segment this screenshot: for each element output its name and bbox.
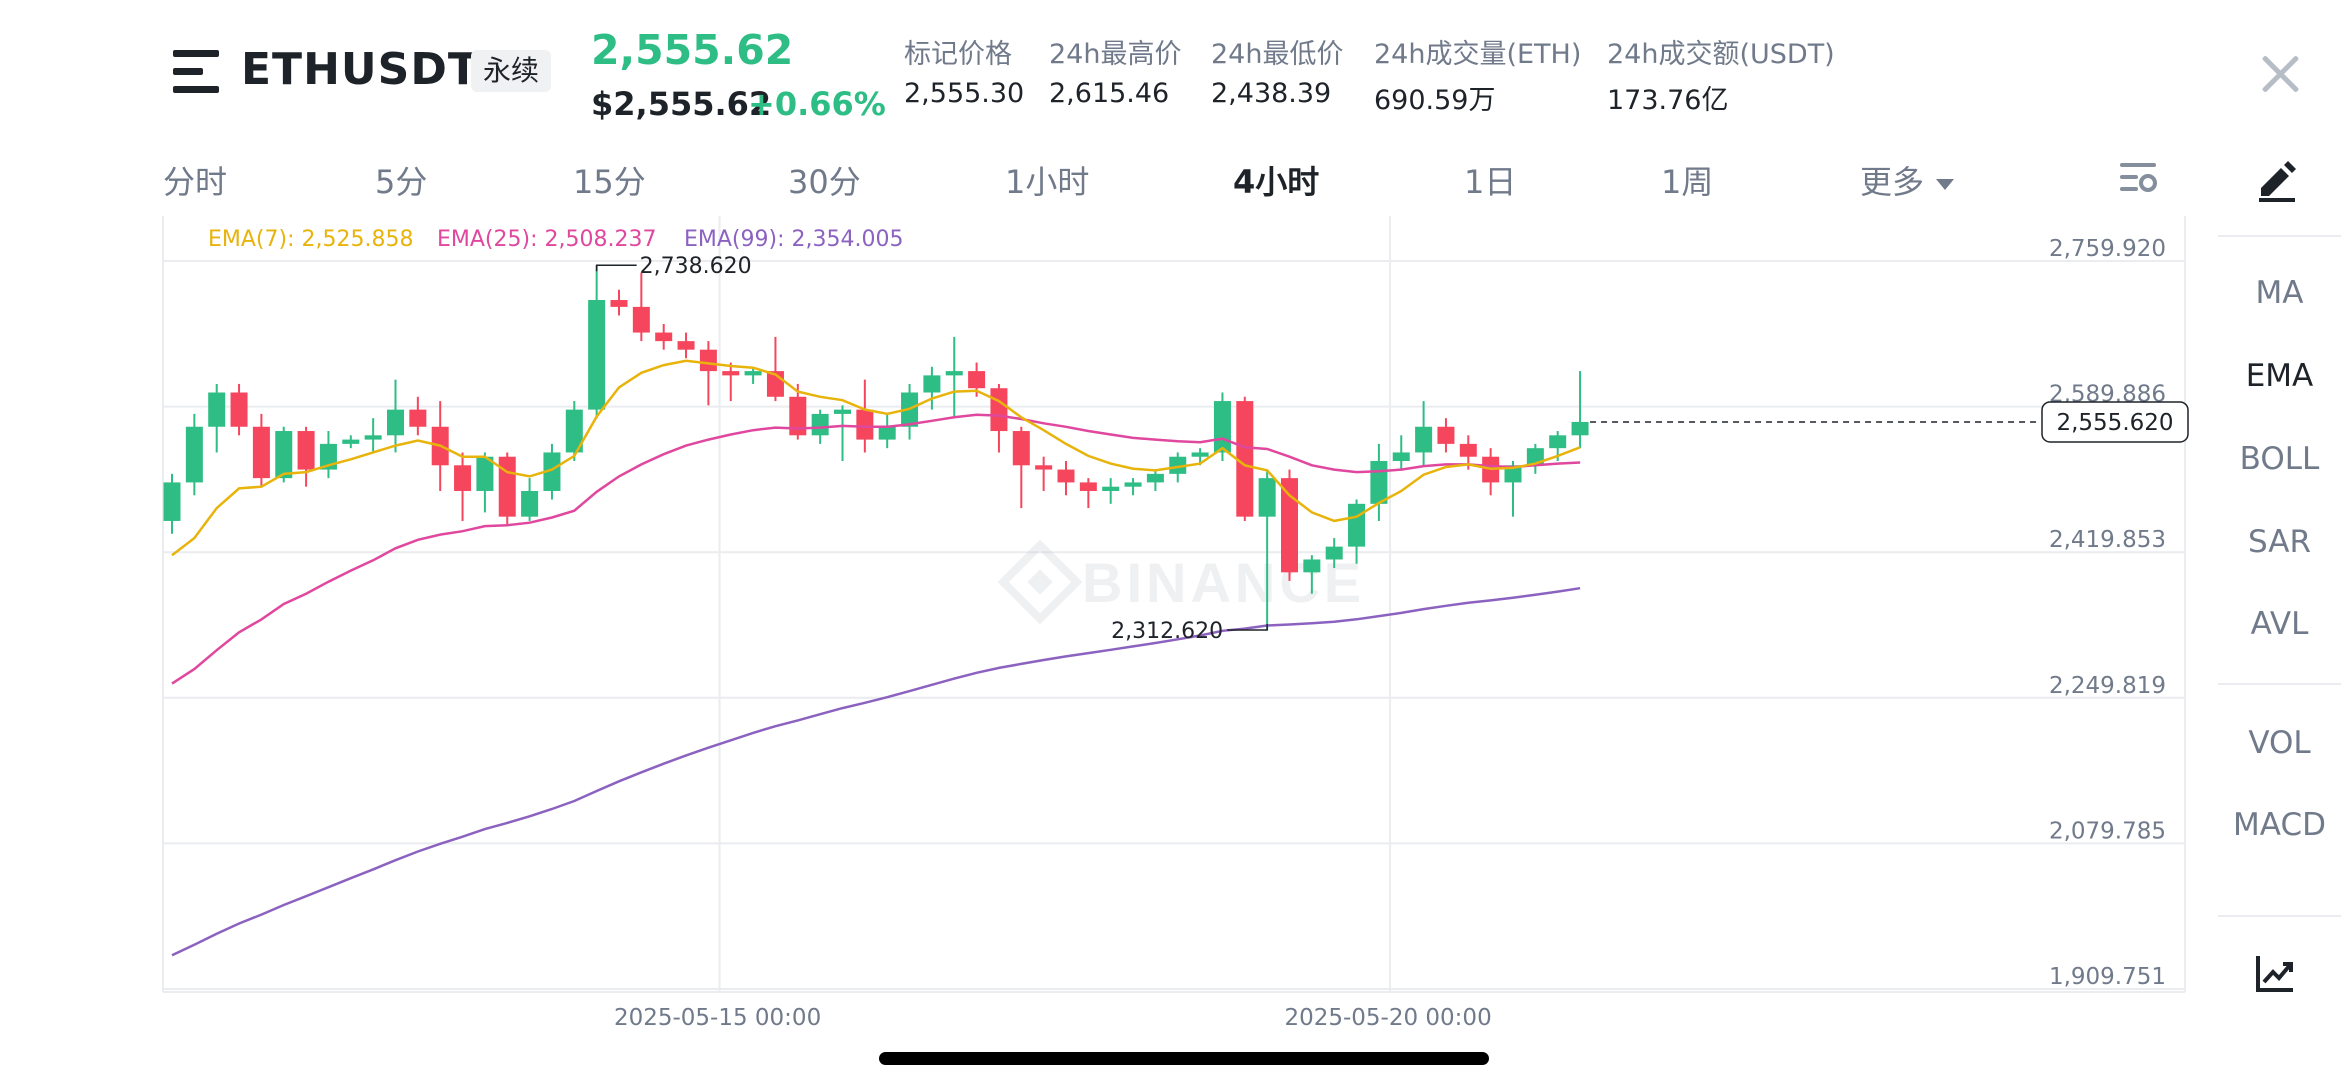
- candle-body: [990, 388, 1008, 432]
- y-tick-label: 2,079.785: [2049, 818, 2166, 844]
- y-tick-label: 1,909.751: [2049, 964, 2166, 990]
- candle-body: [923, 375, 941, 393]
- indicator-avl[interactable]: AVL: [2218, 606, 2341, 642]
- candle-body: [454, 465, 472, 491]
- high-marker-label: 2,738.620: [640, 254, 752, 279]
- panel-divider: [2218, 915, 2341, 917]
- indicator-boll[interactable]: BOLL: [2218, 441, 2341, 477]
- candle-body: [1325, 546, 1343, 560]
- ema25-line: [171, 413, 1581, 685]
- candle-body: [744, 371, 762, 376]
- candle-body: [1213, 401, 1231, 453]
- candle-body: [1012, 431, 1030, 466]
- candle-body: [1549, 435, 1567, 449]
- home-indicator: [879, 1052, 1489, 1065]
- indicator-ema[interactable]: EMA: [2218, 358, 2341, 394]
- low-marker-label: 2,312.620: [1111, 619, 1223, 644]
- candle-body: [163, 482, 181, 521]
- candle-body: [856, 409, 874, 440]
- candle-body: [1348, 503, 1366, 547]
- candle-body: [297, 431, 315, 470]
- candle-body: [1303, 559, 1321, 573]
- indicator-sar[interactable]: SAR: [2218, 524, 2341, 560]
- candle-body: [230, 392, 248, 427]
- draw-tool-icon[interactable]: [2255, 158, 2299, 202]
- candle-body: [1079, 482, 1097, 491]
- indicator-ma[interactable]: MA: [2218, 275, 2341, 311]
- candle-body: [342, 439, 360, 444]
- candlestick-chart[interactable]: 2,759.9202,589.8862,419.8532,249.8192,07…: [0, 0, 2341, 1080]
- binance-watermark: BINANCE: [997, 539, 1365, 625]
- candle-body: [1415, 426, 1433, 453]
- candle-body: [1392, 452, 1410, 462]
- last-price-tag-label: 2,555.620: [2056, 410, 2173, 436]
- candle-body: [1057, 469, 1075, 483]
- candle-body: [208, 392, 226, 427]
- candle-body: [945, 371, 963, 376]
- candle-body: [834, 409, 851, 414]
- candle-body: [409, 409, 427, 427]
- candle-body: [610, 300, 628, 307]
- candle-body: [677, 341, 695, 350]
- candle-body: [364, 435, 382, 440]
- legend-ema99: EMA(99): 2,354.005: [684, 227, 903, 252]
- candle-body: [632, 306, 650, 333]
- candle-body: [521, 490, 539, 517]
- candles-layer: [163, 265, 1589, 631]
- y-tick-label: 2,249.819: [2049, 673, 2166, 699]
- ema-legend: EMA(7): 2,525.858 EMA(25): 2,508.237 EMA…: [208, 227, 903, 252]
- candle-body: [811, 413, 829, 436]
- x-tick-label: 2025-05-20 00:00: [1284, 1005, 1491, 1031]
- ema99-line: [171, 586, 1581, 957]
- legend-ema7: EMA(7): 2,525.858: [208, 227, 413, 252]
- candle-body: [722, 371, 740, 376]
- panel-divider: [2218, 683, 2341, 685]
- candle-body: [1258, 478, 1276, 517]
- x-tick-label: 2025-05-15 00:00: [614, 1005, 821, 1031]
- candle-body: [1236, 401, 1254, 517]
- candle-body: [1370, 461, 1388, 504]
- candle-body: [968, 371, 986, 389]
- y-tick-label: 2,419.853: [2049, 527, 2166, 553]
- indicator-vol[interactable]: VOL: [2218, 725, 2341, 761]
- candle-body: [1437, 426, 1455, 444]
- candle-body: [498, 456, 516, 517]
- candle-body: [1571, 421, 1589, 436]
- candle-body: [588, 300, 606, 410]
- panel-divider: [2218, 235, 2341, 237]
- high-marker-line: [595, 264, 637, 272]
- candle-body: [1459, 443, 1477, 457]
- legend-ema25: EMA(25): 2,508.237: [437, 227, 656, 252]
- chart-type-icon[interactable]: [2255, 954, 2295, 994]
- chart-overlay: 2,555.620 2,738.620 2,312.620: [595, 254, 2189, 644]
- candle-body: [185, 426, 203, 483]
- candle-body: [275, 431, 293, 479]
- candle-body: [1146, 473, 1164, 483]
- candle-body: [1191, 452, 1209, 457]
- candle-body: [1102, 486, 1120, 491]
- candle-body: [387, 409, 404, 436]
- candle-body: [252, 426, 270, 479]
- candle-body: [1281, 478, 1298, 573]
- candle-body: [1124, 482, 1142, 487]
- watermark-text: BINANCE: [1082, 551, 1365, 614]
- ema7-line: [171, 359, 1581, 557]
- indicator-macd[interactable]: MACD: [2218, 807, 2341, 843]
- y-tick-label: 2,759.920: [2049, 236, 2166, 262]
- candle-body: [1035, 465, 1053, 470]
- candle-body: [655, 332, 673, 342]
- candle-body: [699, 349, 717, 372]
- ema-lines-layer: [171, 359, 1581, 957]
- candle-body: [878, 426, 896, 440]
